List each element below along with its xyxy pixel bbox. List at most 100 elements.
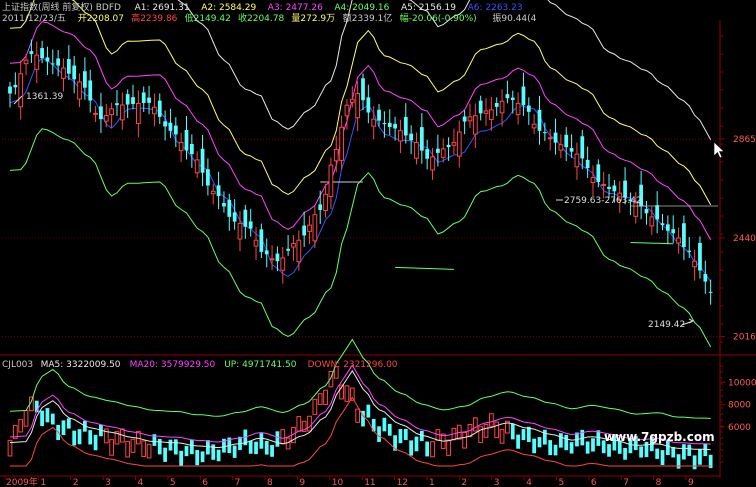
volume-bar-down	[425, 441, 430, 457]
time-tick-label: 8	[656, 478, 662, 487]
volume-bars[interactable]	[7, 338, 713, 470]
candle-down	[687, 250, 692, 252]
volume-bar-up	[344, 385, 350, 402]
candle-down	[521, 86, 526, 106]
candle-down	[612, 185, 617, 192]
volume-bar-up	[141, 440, 147, 457]
volume-bar-down	[526, 426, 531, 442]
indicator-header-item: DOWN: 2321296.00	[308, 360, 398, 370]
candle-down	[232, 212, 237, 222]
header-line1-item: A1: 2691.31	[135, 3, 190, 13]
band-line-a6	[9, 57, 712, 282]
volume-bar-down	[623, 447, 627, 460]
candle-up	[692, 260, 697, 268]
candle-up	[194, 159, 200, 174]
stock-chart-window: 2865 2440 2016 10000 8000 6000 2009年 1 2 3 4 5 6 7 8 9 1…	[0, 0, 756, 487]
candle-down	[526, 105, 531, 112]
candle-up	[483, 110, 489, 114]
time-tick-label: 2	[461, 478, 467, 487]
indicator-header-item: CJL003	[2, 360, 33, 370]
volume-bar-down	[248, 440, 253, 454]
candle-up	[178, 141, 184, 152]
time-tick-label: 5	[558, 478, 564, 487]
candle-down	[264, 250, 269, 255]
candle-down	[366, 97, 371, 113]
volume-bar-down	[548, 440, 553, 456]
volume-tick-label: 6000	[728, 423, 751, 433]
volume-bar-down	[168, 439, 173, 451]
candle-down	[115, 103, 119, 106]
candle-down	[88, 80, 93, 101]
candle-down	[425, 149, 430, 159]
candle-down	[222, 202, 226, 207]
candle-up	[590, 177, 596, 184]
price-tick-label: 2016	[733, 333, 756, 343]
candle-down	[655, 205, 660, 220]
candle-up	[296, 239, 302, 263]
header-line2-item: 2011/12/23/五	[2, 14, 66, 24]
volume-bar-down	[61, 420, 66, 436]
candle-down	[505, 94, 510, 99]
candle-down	[66, 59, 71, 74]
candle-up	[61, 67, 66, 79]
volume-bar-down	[93, 434, 98, 451]
volume-bar-down	[254, 441, 258, 455]
header-line2-item: 收2204.78	[238, 12, 284, 24]
chart-canvas[interactable]: 28652440201610000800060002009年 1 2 3 4 5 6 7 8 9 1…	[0, 0, 756, 487]
level-fragment	[630, 242, 674, 245]
header-line2-item: 量272.9万	[291, 13, 335, 24]
price-candles[interactable]	[8, 39, 713, 305]
volume-bar-down	[179, 450, 184, 466]
candle-up	[93, 112, 98, 115]
candle-down	[580, 136, 585, 159]
volume-bar-down	[682, 444, 686, 460]
volume-bar-up	[446, 439, 451, 456]
candle-down	[56, 58, 61, 66]
volume-bar-down	[660, 450, 665, 465]
time-tick-label: 2009年	[6, 476, 38, 487]
volume-bar-down	[163, 447, 167, 462]
time-tick-label: 1	[40, 478, 46, 487]
candle-down	[596, 164, 601, 183]
volume-bar-down	[655, 448, 660, 459]
candle-down	[494, 103, 499, 107]
candle-up	[398, 130, 403, 142]
range-label: 2759.63-2763.42	[564, 196, 642, 206]
candle-down	[569, 148, 574, 152]
candle-up	[499, 100, 505, 114]
high-price-label: 1361.39	[26, 92, 63, 102]
volume-tick-label: 10000	[728, 378, 756, 388]
candle-down	[542, 132, 547, 134]
candle-down	[83, 71, 87, 88]
candle-down	[189, 143, 194, 155]
band-lines	[9, 0, 712, 348]
watermark: www.7gpzb.com	[604, 430, 715, 444]
candle-down	[478, 100, 483, 114]
time-tick-label: 1	[429, 478, 435, 487]
volume-bar-down	[542, 429, 547, 445]
candle-up	[531, 123, 537, 129]
candle-down	[216, 185, 221, 197]
candle-up	[371, 118, 377, 127]
candle-down	[703, 273, 708, 282]
candle-up	[349, 98, 355, 103]
candle-down	[644, 209, 649, 214]
volume-bar-up	[307, 415, 312, 432]
volume-bar-up	[125, 440, 131, 458]
candle-up	[456, 131, 462, 157]
candle-down	[141, 92, 146, 104]
candle-down	[259, 229, 264, 252]
candle-up	[280, 257, 286, 271]
volume-bar-down	[200, 451, 205, 463]
candle-up	[312, 214, 318, 242]
time-tick-label: 2	[73, 478, 79, 487]
time-tick-label: 3	[494, 478, 500, 487]
candle-up	[34, 54, 40, 70]
candle-up	[440, 148, 446, 158]
volume-bar-down	[671, 446, 676, 458]
candle-down	[125, 94, 130, 105]
volume-bar-down	[173, 439, 178, 455]
candle-down	[184, 129, 189, 151]
header-line1-item: A4: 2049.16	[334, 3, 389, 13]
candle-down	[163, 121, 167, 127]
